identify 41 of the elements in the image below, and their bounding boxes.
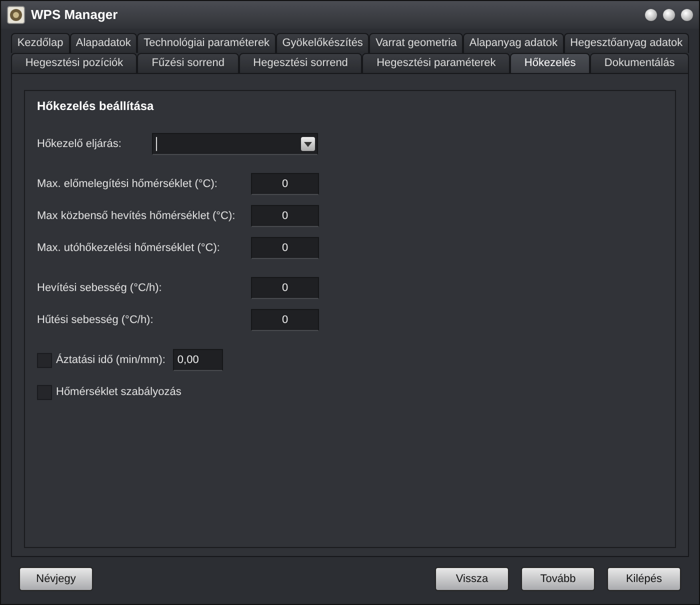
field-label: Max. előmelegítési hőmérséklet (°C): bbox=[37, 176, 218, 192]
number-field[interactable]: 0 bbox=[251, 173, 319, 195]
minimize-button[interactable] bbox=[645, 9, 657, 21]
window-title: WPS Manager bbox=[31, 6, 118, 24]
about-button[interactable]: Névjegy bbox=[19, 567, 93, 591]
tab[interactable]: Dokumentálás bbox=[590, 53, 690, 73]
tab[interactable]: Hegesztőanyag adatok bbox=[564, 33, 690, 53]
tab[interactable]: Kezdőlap bbox=[11, 33, 70, 53]
nav-button[interactable]: Kilépés bbox=[607, 567, 681, 591]
tab[interactable]: Technológiai paraméterek bbox=[137, 33, 276, 53]
tab[interactable]: Hegesztési sorrend bbox=[238, 53, 362, 73]
nav-button[interactable]: Vissza bbox=[435, 567, 509, 591]
dropdown-field[interactable] bbox=[152, 133, 318, 155]
caret-icon[interactable] bbox=[301, 137, 315, 151]
tab[interactable]: Hőkezelés bbox=[510, 53, 590, 73]
number-field[interactable]: 0 bbox=[251, 277, 319, 299]
field-label: Max közbenső hevítés hőmérséklet (°C): bbox=[37, 208, 236, 224]
tab[interactable]: Alapadatok bbox=[70, 33, 138, 53]
tab[interactable]: Hegesztési paraméterek bbox=[362, 53, 510, 73]
tab[interactable]: Fűzési sorrend bbox=[137, 53, 239, 73]
maximize-button[interactable] bbox=[663, 9, 675, 21]
tab[interactable]: Varrat geometria bbox=[369, 33, 464, 53]
nav-button[interactable]: Tovább bbox=[521, 567, 595, 591]
panel-title: Hőkezelés beállítása bbox=[37, 98, 155, 115]
checkbox-label: Hőmérséklet szabályozás bbox=[56, 384, 182, 400]
tab[interactable]: Hegesztési pozíciók bbox=[11, 53, 138, 73]
number-field[interactable]: 0 bbox=[251, 237, 319, 259]
tab[interactable]: Alapanyag adatok bbox=[463, 33, 564, 53]
number-field[interactable]: 0 bbox=[251, 205, 319, 227]
checkbox[interactable] bbox=[37, 352, 52, 368]
field-label: Hevítési sebesség (°C/h): bbox=[37, 280, 163, 296]
close-button[interactable] bbox=[681, 9, 693, 21]
checkbox-label: Áztatási idő (min/mm): bbox=[56, 352, 166, 368]
field-label: Max. utóhőkezelési hőmérséklet (°C): bbox=[37, 240, 221, 256]
app-logo-icon bbox=[7, 6, 25, 24]
field-label: Hűtési sebesség (°C/h): bbox=[37, 312, 154, 328]
checkbox[interactable] bbox=[37, 384, 52, 400]
number-field[interactable]: 0 bbox=[251, 309, 319, 331]
field-label: Hőkezelő eljárás: bbox=[37, 136, 122, 152]
number-field[interactable]: 0,00 bbox=[173, 349, 224, 371]
tab[interactable]: Gyökelőkészítés bbox=[276, 33, 370, 53]
